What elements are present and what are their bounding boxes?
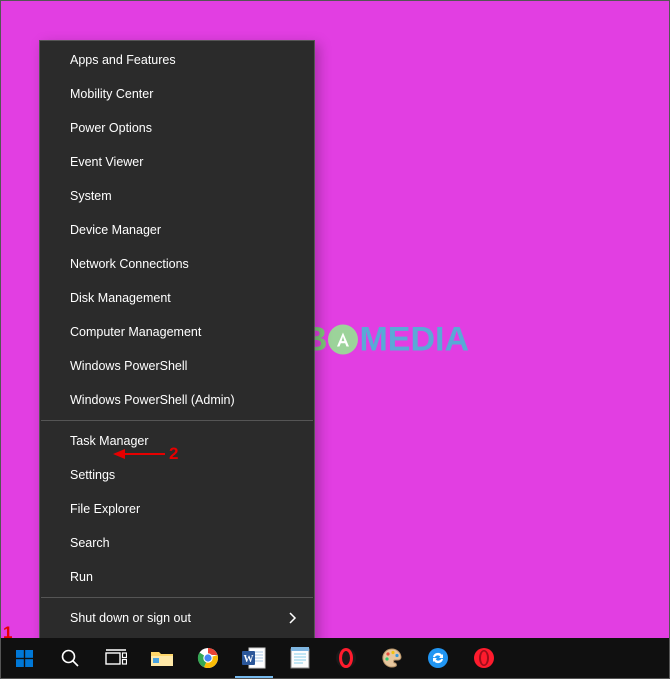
chevron-right-icon xyxy=(289,612,297,624)
menu-search[interactable]: Search xyxy=(40,526,314,560)
opera-button[interactable] xyxy=(461,638,507,678)
paint-button[interactable] xyxy=(369,638,415,678)
sync-icon xyxy=(427,647,449,669)
chrome-icon xyxy=(197,647,219,669)
menu-item-label: Computer Management xyxy=(70,325,201,339)
menu-item-label: Task Manager xyxy=(70,434,149,448)
menu-windows-powershell-admin[interactable]: Windows PowerShell (Admin) xyxy=(40,383,314,417)
menu-item-label: System xyxy=(70,189,112,203)
menu-item-label: Settings xyxy=(70,468,115,482)
word-icon: W xyxy=(241,646,267,670)
menu-power-options[interactable]: Power Options xyxy=(40,111,314,145)
desktop: NES B MEDIA Apps and Features Mobility C… xyxy=(0,0,670,679)
taskbar: W xyxy=(1,638,669,678)
menu-network-connections[interactable]: Network Connections xyxy=(40,247,314,281)
menu-file-explorer[interactable]: File Explorer xyxy=(40,492,314,526)
menu-item-label: Disk Management xyxy=(70,291,171,305)
search-icon xyxy=(60,648,80,668)
task-view-icon xyxy=(105,649,127,667)
start-button[interactable] xyxy=(1,638,47,678)
menu-apps-and-features[interactable]: Apps and Features xyxy=(40,43,314,77)
chrome-button[interactable] xyxy=(185,638,231,678)
menu-item-label: Device Manager xyxy=(70,223,161,237)
menu-windows-powershell[interactable]: Windows PowerShell xyxy=(40,349,314,383)
menu-separator xyxy=(41,597,313,598)
menu-run[interactable]: Run xyxy=(40,560,314,594)
menu-item-label: File Explorer xyxy=(70,502,140,516)
winx-context-menu: Apps and Features Mobility Center Power … xyxy=(39,40,315,670)
menu-shutdown[interactable]: Shut down or sign out xyxy=(40,601,314,635)
folder-icon xyxy=(150,648,174,668)
sync-button[interactable] xyxy=(415,638,461,678)
menu-item-label: Power Options xyxy=(70,121,152,135)
task-view-button[interactable] xyxy=(93,638,139,678)
menu-disk-management[interactable]: Disk Management xyxy=(40,281,314,315)
file-explorer-button[interactable] xyxy=(139,638,185,678)
menu-mobility-center[interactable]: Mobility Center xyxy=(40,77,314,111)
menu-item-label: Shut down or sign out xyxy=(70,611,191,625)
notepad-icon xyxy=(289,646,311,670)
word-button[interactable]: W xyxy=(231,638,277,678)
menu-item-label: Windows PowerShell xyxy=(70,359,187,373)
opera-gx-button[interactable] xyxy=(323,638,369,678)
menu-system[interactable]: System xyxy=(40,179,314,213)
menu-settings[interactable]: Settings xyxy=(40,458,314,492)
menu-task-manager[interactable]: Task Manager xyxy=(40,424,314,458)
menu-computer-management[interactable]: Computer Management xyxy=(40,315,314,349)
menu-item-label: Apps and Features xyxy=(70,53,176,67)
menu-device-manager[interactable]: Device Manager xyxy=(40,213,314,247)
watermark-part3: MEDIA xyxy=(359,320,469,359)
menu-item-label: Mobility Center xyxy=(70,87,153,101)
menu-item-label: Event Viewer xyxy=(70,155,143,169)
search-button[interactable] xyxy=(47,638,93,678)
menu-item-label: Windows PowerShell (Admin) xyxy=(70,393,235,407)
menu-separator xyxy=(41,420,313,421)
notepadpp-button[interactable] xyxy=(277,638,323,678)
menu-item-label: Run xyxy=(70,570,93,584)
opera-dark-icon xyxy=(335,647,357,669)
palette-icon xyxy=(381,647,403,669)
windows-icon xyxy=(16,650,33,667)
menu-item-label: Search xyxy=(70,536,110,550)
svg-text:W: W xyxy=(244,654,254,665)
watermark-a2-icon xyxy=(328,325,358,355)
menu-event-viewer[interactable]: Event Viewer xyxy=(40,145,314,179)
opera-icon xyxy=(473,647,495,669)
menu-item-label: Network Connections xyxy=(70,257,189,271)
